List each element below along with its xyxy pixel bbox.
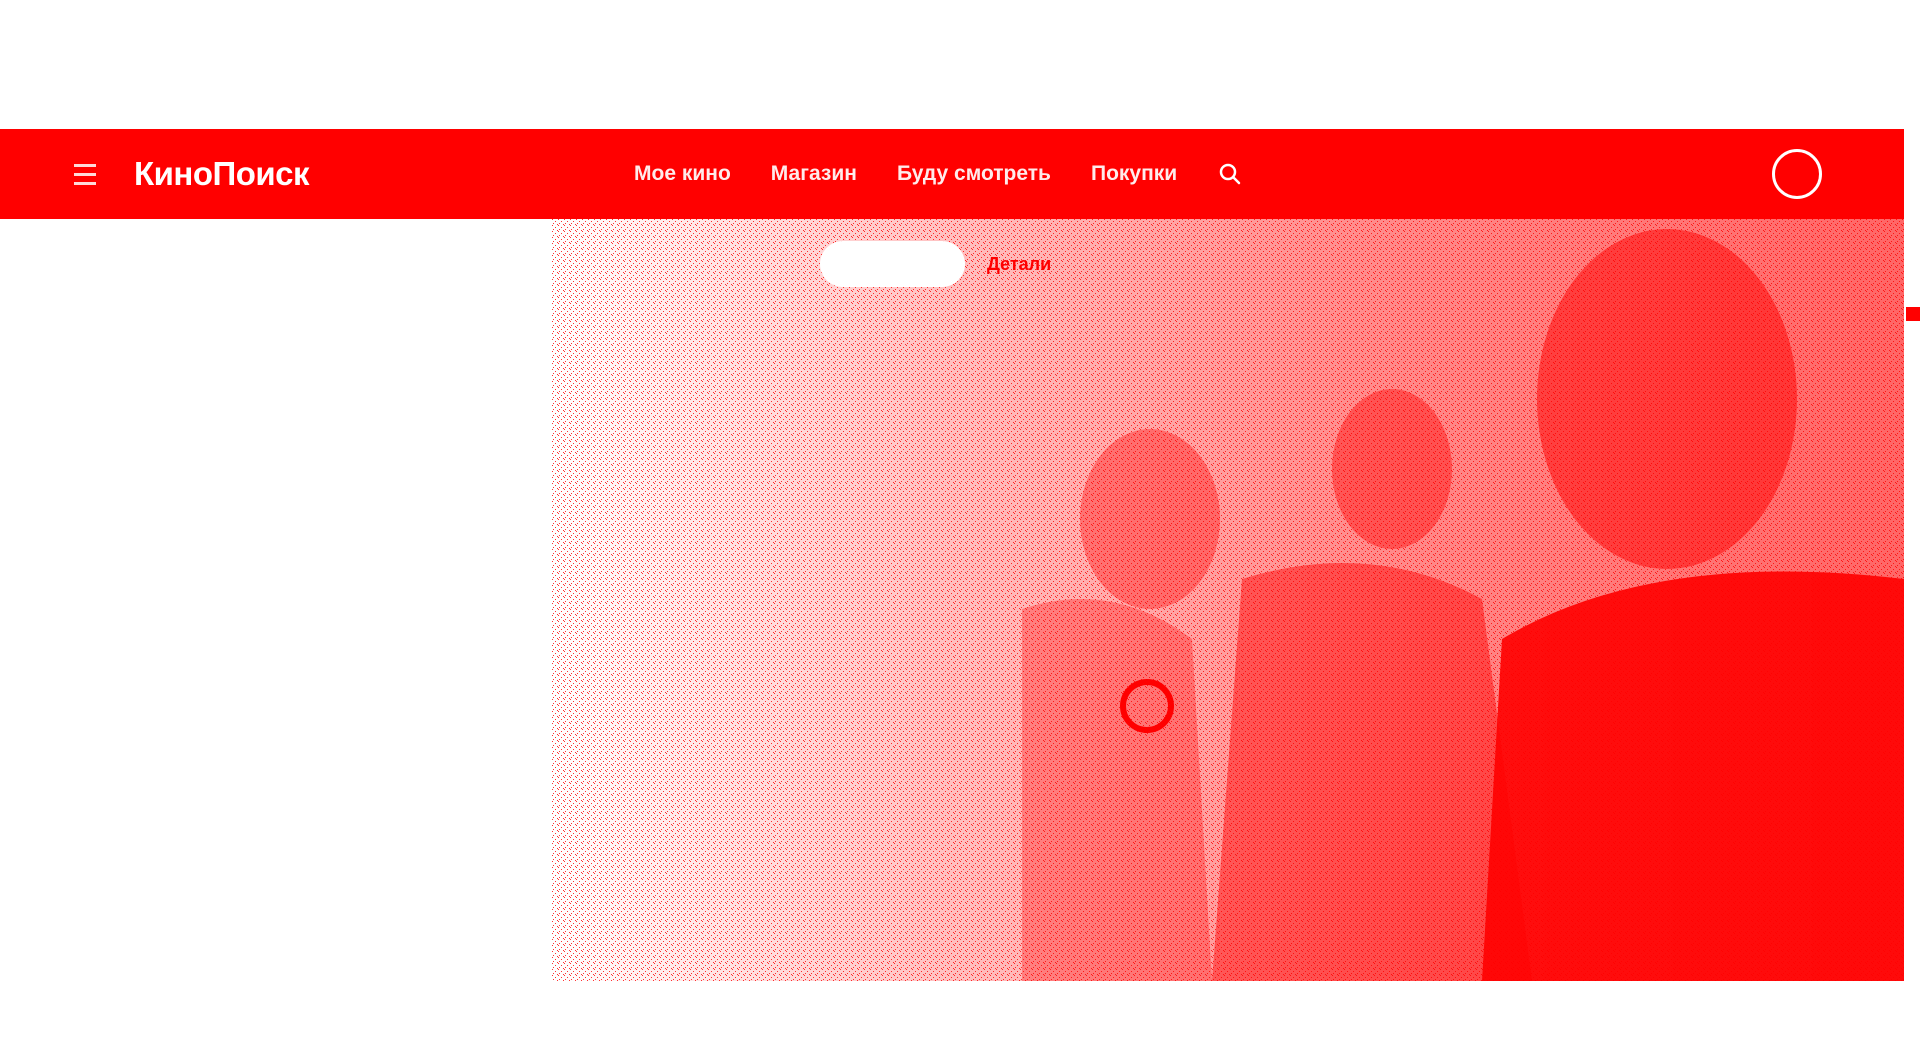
nav-watchlist[interactable]: Буду смотреть (897, 157, 1051, 191)
menu-icon-line (74, 163, 96, 167)
search-icon[interactable] (1217, 161, 1243, 187)
main-nav: Мое кино Магазин Буду смотреть Покупки (634, 157, 1243, 191)
hero-banner (552, 219, 1904, 981)
avatar[interactable] (1772, 149, 1822, 199)
top-navbar: КиноПоиск Мое кино Магазин Буду смотреть… (0, 129, 1904, 219)
kinopoisk-logo[interactable]: КиноПоиск (134, 153, 310, 195)
nav-store[interactable]: Магазин (771, 157, 857, 191)
menu-icon-line (74, 181, 96, 185)
menu-icon-line (74, 172, 96, 176)
menu-button[interactable] (74, 156, 104, 192)
nav-purchases[interactable]: Покупки (1091, 157, 1177, 191)
nav-my-movies[interactable]: Мое кино (634, 157, 731, 191)
side-marker (1906, 307, 1920, 321)
hero-image (552, 219, 1904, 981)
page: КиноПоиск Мое кино Магазин Буду смотреть… (0, 0, 1920, 1042)
details-link[interactable]: Детали (987, 252, 1051, 276)
watch-button[interactable] (820, 241, 965, 287)
